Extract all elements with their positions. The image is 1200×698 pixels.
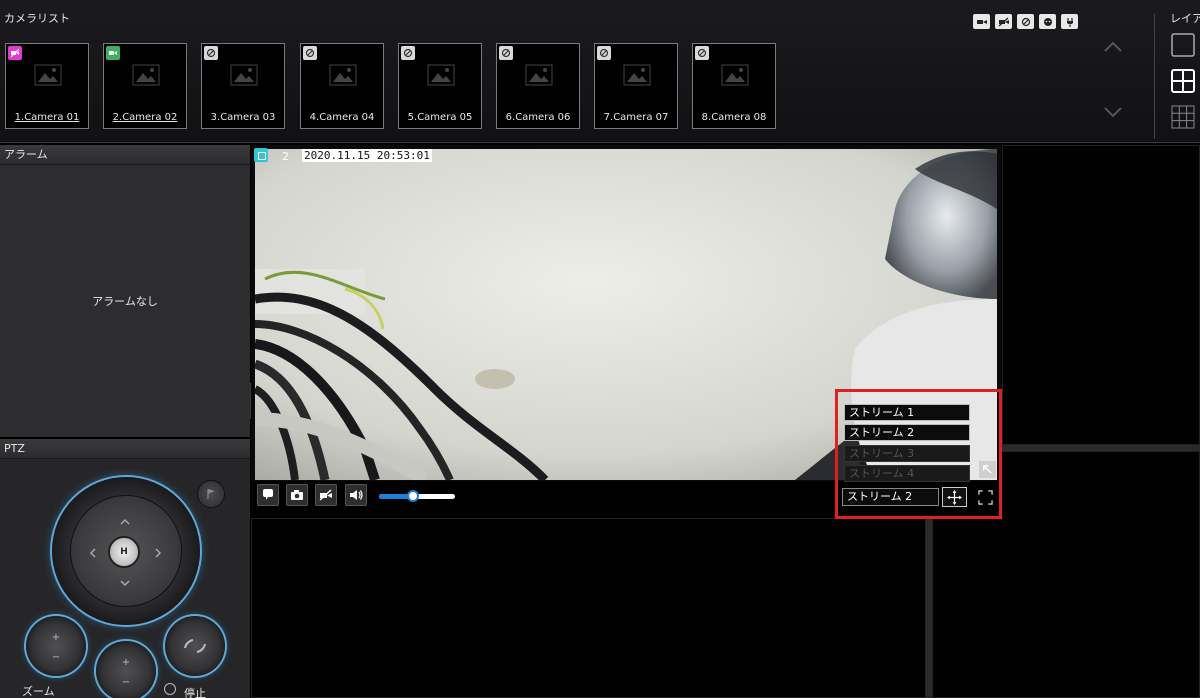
camera-list-title: カメラリスト bbox=[4, 12, 70, 25]
camera-off-icon[interactable] bbox=[995, 14, 1012, 29]
disabled-icon bbox=[303, 46, 317, 60]
camera-tile-label: 5.Camera 05 bbox=[407, 112, 473, 123]
rotate-dial[interactable] bbox=[165, 616, 225, 676]
camera-tile-6[interactable]: 6.Camera 06 bbox=[496, 43, 580, 129]
flag-icon bbox=[207, 489, 215, 499]
disabled-icon bbox=[695, 46, 709, 60]
stream-selector-highlight: ストリーム 1 ストリーム 2 ストリーム 3 ストリーム 4 ストリーム 2 bbox=[835, 389, 1002, 519]
video-header: 2 2020.11.15 20:53:01 bbox=[251, 145, 1001, 164]
camera-tile-3[interactable]: 3.Camera 03 bbox=[201, 43, 285, 129]
image-placeholder-icon bbox=[427, 64, 455, 86]
layout-3x3-icon[interactable] bbox=[1170, 104, 1196, 130]
alarm-panel: アラーム アラームなし bbox=[0, 145, 250, 437]
disabled-icon[interactable] bbox=[1017, 14, 1034, 29]
camera-icon[interactable] bbox=[973, 14, 990, 29]
video-timestamp: 2020.11.15 20:53:01 bbox=[302, 149, 432, 162]
stop-icon[interactable] bbox=[164, 683, 176, 695]
image-placeholder-icon bbox=[525, 64, 553, 86]
stream-select[interactable]: ストリーム 2 bbox=[842, 488, 939, 506]
svg-text:−: − bbox=[52, 652, 60, 663]
camera-tile-label: 6.Camera 06 bbox=[505, 112, 571, 123]
restore-button[interactable] bbox=[979, 461, 996, 478]
fullscreen-icon bbox=[977, 489, 993, 505]
chevron-down-icon[interactable] bbox=[1103, 105, 1123, 119]
layout-1x1-icon[interactable] bbox=[1170, 32, 1196, 58]
stream-option-1[interactable]: ストリーム 1 bbox=[844, 404, 970, 421]
plug-icon[interactable] bbox=[1061, 14, 1078, 29]
talk-button[interactable] bbox=[257, 484, 279, 506]
svg-text:+: + bbox=[52, 632, 60, 643]
zoom-label: ズーム bbox=[22, 685, 55, 698]
camera-tile-2[interactable]: 2.Camera 02 bbox=[103, 43, 187, 129]
arrow-up-left-icon bbox=[983, 465, 992, 474]
focus-dial[interactable]: + − bbox=[96, 641, 156, 698]
alarm-header: アラーム bbox=[0, 145, 250, 165]
video-pane-2[interactable] bbox=[1002, 145, 1200, 445]
image-placeholder-icon bbox=[132, 64, 160, 86]
arrow-right-icon[interactable] bbox=[153, 548, 163, 558]
image-placeholder-icon bbox=[329, 64, 357, 86]
image-placeholder-icon bbox=[230, 64, 258, 86]
audio-button[interactable] bbox=[345, 484, 367, 506]
volume-knob[interactable] bbox=[407, 490, 420, 502]
disabled-icon bbox=[499, 46, 513, 60]
camera-off-icon bbox=[8, 46, 22, 60]
arrow-up-icon[interactable] bbox=[120, 517, 130, 527]
camera-list-bar: カメラリスト 1.Camera 01 2.Camera 02 3.Camera … bbox=[0, 0, 1200, 143]
camera-tile-label: 2.Camera 02 bbox=[112, 112, 178, 123]
stream-option-2[interactable]: ストリーム 2 bbox=[844, 424, 970, 441]
layout-title: レイア bbox=[1170, 12, 1200, 25]
arrow-down-icon[interactable] bbox=[120, 578, 130, 588]
image-placeholder-icon bbox=[721, 64, 749, 86]
camera-tile-label: 3.Camera 03 bbox=[210, 112, 276, 123]
alarm-empty-text: アラームなし bbox=[92, 295, 158, 308]
fullscreen-button[interactable] bbox=[976, 488, 994, 506]
camera-tile-1[interactable]: 1.Camera 01 bbox=[5, 43, 89, 129]
video-pane-3[interactable] bbox=[251, 518, 926, 698]
camera-icon bbox=[106, 46, 120, 60]
chevron-up-icon[interactable] bbox=[1103, 40, 1123, 54]
layout-2x2-icon[interactable] bbox=[1170, 68, 1196, 94]
preset-flag-button[interactable] bbox=[197, 480, 225, 508]
camera-tile-label: 7.Camera 07 bbox=[603, 112, 669, 123]
record-toggle-button[interactable] bbox=[315, 484, 337, 506]
camera-tile-4[interactable]: 4.Camera 04 bbox=[300, 43, 384, 129]
layout-divider bbox=[1154, 14, 1155, 139]
image-placeholder-icon bbox=[34, 64, 62, 86]
volume-slider[interactable] bbox=[379, 490, 455, 502]
camera-tile-label: 1.Camera 01 bbox=[14, 112, 80, 123]
speaker-icon bbox=[350, 490, 363, 500]
camera-off-icon bbox=[319, 489, 332, 501]
camera-tile-label: 8.Camera 08 bbox=[701, 112, 767, 123]
stream-option-4: ストリーム 4 bbox=[844, 465, 970, 482]
video-channel: 2 bbox=[282, 150, 289, 163]
zoom-dial[interactable]: + − bbox=[26, 616, 86, 676]
stop-label: 停止 bbox=[184, 687, 206, 698]
camera-tile-label: 4.Camera 04 bbox=[309, 112, 375, 123]
status-legend bbox=[973, 14, 1078, 29]
stream-option-3: ストリーム 3 bbox=[844, 445, 970, 462]
camera-tile-7[interactable]: 7.Camera 07 bbox=[594, 43, 678, 129]
camera-tile-8[interactable]: 8.Camera 08 bbox=[692, 43, 776, 129]
arrow-left-icon[interactable] bbox=[88, 548, 98, 558]
camera-tile-5[interactable]: 5.Camera 05 bbox=[398, 43, 482, 129]
snapshot-button[interactable] bbox=[286, 484, 308, 506]
svg-text:−: − bbox=[122, 677, 130, 688]
disabled-icon bbox=[401, 46, 415, 60]
disabled-icon bbox=[204, 46, 218, 60]
svg-text:+: + bbox=[122, 657, 130, 668]
move-button[interactable] bbox=[942, 487, 967, 507]
disabled-icon bbox=[597, 46, 611, 60]
ptz-home-button[interactable]: H bbox=[108, 536, 140, 568]
camera-snapshot-icon bbox=[291, 490, 303, 500]
alert-icon[interactable] bbox=[1039, 14, 1056, 29]
move-arrows-icon bbox=[947, 489, 962, 505]
channel-badge-icon bbox=[254, 148, 268, 162]
image-placeholder-icon bbox=[623, 64, 651, 86]
speech-bubble-icon bbox=[263, 489, 273, 500]
ptz-header: PTZ bbox=[0, 439, 250, 459]
